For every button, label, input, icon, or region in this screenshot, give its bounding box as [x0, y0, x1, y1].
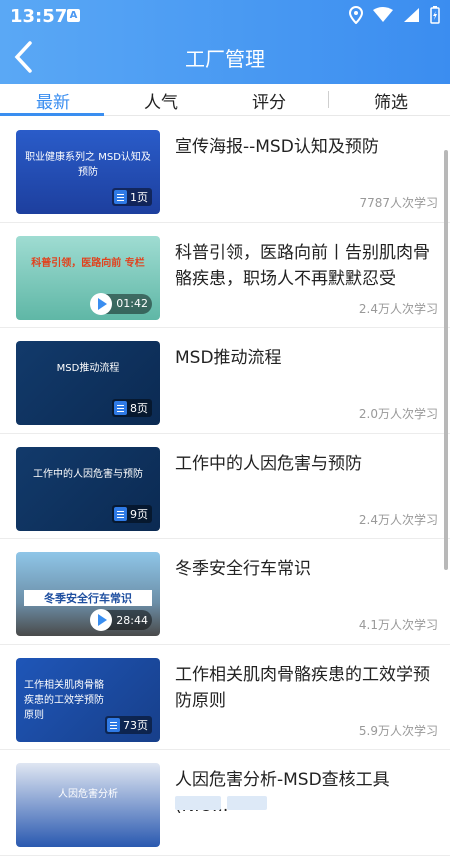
study-count: 2.4万人次学习 [358, 301, 438, 316]
document-icon [107, 717, 120, 732]
video-duration-badge: 01:42 [90, 292, 152, 315]
tab-bar: 最新 人气 评分 筛选 [0, 84, 450, 116]
list-item[interactable]: MSD推动流程 8页 MSD推动流程 2.0万人次学习 [0, 328, 450, 434]
tab-popular[interactable]: 人气 [144, 88, 178, 113]
list-item[interactable]: 工作相关肌肉骨骼疾患的工效学预防原则 73页 工作相关肌肉骨骼疾患的工效学预防原… [0, 645, 450, 750]
tab-divider [328, 91, 329, 108]
thumbnail: 人因危害分析 [16, 763, 160, 847]
status-time: 13:57 [10, 6, 68, 27]
thumbnail-text: 冬季安全行车常识 [24, 590, 152, 606]
thumbnail: 职业健康系列之 MSD认知及预防 1页 [16, 130, 160, 214]
thumbnail-text: 工作相关肌肉骨骼疾患的工效学预防原则 [24, 679, 104, 721]
item-title: MSD推动流程 [175, 348, 282, 368]
tag [227, 796, 267, 810]
status-bar: 13:57 A [0, 0, 450, 32]
list-item[interactable]: 冬季安全行车常识 28:44 冬季安全行车常识 4.1万人次学习 [0, 539, 450, 645]
document-icon [114, 401, 127, 415]
notification-icon: A [67, 9, 80, 22]
page-count-badge: 9页 [112, 504, 152, 523]
list-item[interactable]: 人因危害分析 人因危害分析-MSD查核工具(NIO... [0, 750, 450, 856]
study-count: 2.0万人次学习 [358, 407, 438, 421]
thumbnail: 工作相关肌肉骨骼疾患的工效学预防原则 73页 [16, 657, 160, 742]
tag [175, 796, 221, 810]
thumbnail-text: 人因危害分析 [58, 789, 118, 800]
tab-latest[interactable]: 最新 [36, 88, 70, 113]
list-item[interactable]: 职业健康系列之 MSD认知及预防 1页 宣传海报--MSD认知及预防 7787人… [0, 117, 450, 223]
study-count: 7787人次学习 [359, 196, 438, 210]
item-title: 工作中的人因危害与预防 [175, 453, 362, 474]
thumbnail: MSD推动流程 8页 [16, 341, 160, 425]
thumbnail: 工作中的人因危害与预防 9页 [16, 446, 160, 531]
document-icon [114, 190, 127, 204]
active-tab-indicator [0, 113, 104, 116]
item-title: 工作相关肌肉骨骼疾患的工效学预防原则 [175, 664, 430, 711]
item-title: 科普引领，医路向前丨告别肌肉骨骼疾患，职场人不再默默忍受 [175, 242, 430, 289]
thumbnail: 冬季安全行车常识 28:44 [16, 552, 160, 636]
play-icon [90, 609, 113, 631]
tab-rating[interactable]: 评分 [252, 88, 286, 113]
study-count: 4.1万人次学习 [358, 618, 438, 632]
course-list[interactable]: 职业健康系列之 MSD认知及预防 1页 宣传海报--MSD认知及预防 7787人… [0, 117, 450, 856]
page-count-badge: 1页 [112, 188, 152, 206]
item-title: 冬季安全行车常识 [175, 559, 311, 579]
location-icon [349, 6, 363, 24]
tag-row [175, 796, 267, 810]
thumbnail: 科普引领，医路向前 专栏 01:42 [16, 235, 160, 320]
battery-icon [430, 6, 440, 24]
video-duration-badge: 28:44 [90, 609, 152, 631]
signal-icon [404, 8, 419, 22]
thumbnail-text: 科普引领，医路向前 专栏 [31, 257, 145, 269]
list-item[interactable]: 科普引领，医路向前 专栏 01:42 科普引领，医路向前丨告别肌肉骨骼疾患，职场… [0, 223, 450, 328]
system-icons [349, 6, 440, 24]
item-title: 宣传海报--MSD认知及预防 [175, 137, 379, 157]
play-icon [90, 292, 113, 315]
thumbnail-text: 职业健康系列之 MSD认知及预防 [25, 152, 151, 178]
thumbnail-text: 工作中的人因危害与预防 [33, 468, 143, 480]
page-count-badge: 73页 [105, 715, 152, 734]
page-title: 工厂管理 [185, 47, 265, 71]
thumbnail-text: MSD推动流程 [56, 363, 120, 374]
page-count-badge: 8页 [112, 399, 152, 417]
wifi-icon [373, 7, 393, 22]
study-count: 5.9万人次学习 [358, 723, 438, 738]
study-count: 2.4万人次学习 [358, 512, 438, 527]
list-item[interactable]: 工作中的人因危害与预防 9页 工作中的人因危害与预防 2.4万人次学习 [0, 434, 450, 539]
item-title: 人因危害分析-MSD查核工具(NIO... [175, 770, 390, 816]
document-icon [114, 506, 127, 521]
scrollbar[interactable] [444, 150, 448, 570]
tab-filter[interactable]: 筛选 [374, 88, 408, 113]
app-header: 13:57 A 工厂管理 [0, 0, 450, 84]
